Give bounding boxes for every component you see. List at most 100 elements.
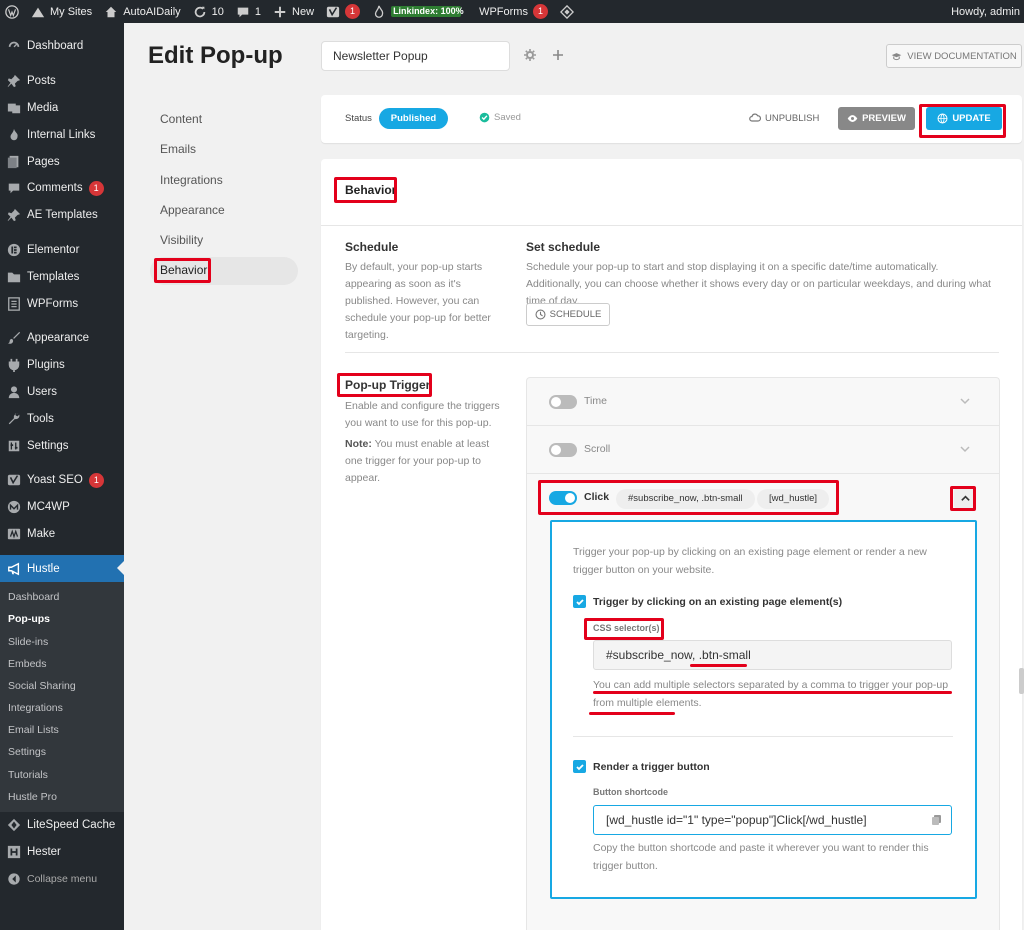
sidebar-item-litespeed-cache[interactable]: LiteSpeed Cache: [0, 812, 124, 839]
sidebar-item-label: Dashboard: [27, 40, 84, 53]
button-shortcode-input[interactable]: [593, 805, 952, 835]
settings-divider: [573, 736, 953, 737]
chevron-down-icon[interactable]: [959, 443, 971, 455]
sidebar-item-plugins[interactable]: Plugins: [0, 352, 124, 379]
sidebar-item-yoast-seo[interactable]: Yoast SEO 1: [0, 467, 124, 494]
admin-bar: My Sites AutoAIDaily 10 1 New 1 Linkinde…: [0, 0, 1024, 23]
saved-label: Saved: [494, 112, 521, 123]
wordpress-logo-button[interactable]: [5, 0, 19, 23]
copy-icon[interactable]: [931, 814, 943, 826]
hustle-submenu: Dashboard Pop-ups Slide-ins Embeds Social Sh…: [0, 582, 124, 813]
sidebar-item-mc4wp[interactable]: MC4WP: [0, 494, 124, 521]
yoast-menu[interactable]: 1: [326, 0, 361, 23]
submenu-item-settings[interactable]: Settings: [0, 741, 124, 763]
submenu-item-dashboard[interactable]: Dashboard: [0, 586, 124, 608]
trigger-accordion: Time Scroll Click #subscribe_now, .btn-s…: [526, 377, 1000, 930]
click-toggle[interactable]: [549, 491, 577, 505]
behavior-panel: Behavior Schedule By default, your pop-u…: [321, 159, 1022, 930]
site-name-menu[interactable]: AutoAIDaily: [104, 0, 181, 23]
sidebar-item-users[interactable]: Users: [0, 379, 124, 406]
sidebar-item-pages[interactable]: Pages: [0, 148, 124, 175]
gear-icon[interactable]: [522, 47, 538, 63]
trigger-row-scroll[interactable]: Scroll: [527, 426, 999, 474]
tab-appearance[interactable]: Appearance: [160, 203, 225, 217]
submenu-item-embeds[interactable]: Embeds: [0, 653, 124, 675]
status-label: Status: [345, 113, 372, 124]
updates-menu[interactable]: 10: [193, 0, 224, 23]
sidebar-item-templates[interactable]: Templates: [0, 263, 124, 290]
diamond-menu[interactable]: [559, 0, 574, 23]
eye-icon: [847, 113, 858, 124]
tab-visibility[interactable]: Visibility: [160, 233, 203, 247]
sidebar-item-posts[interactable]: Posts: [0, 68, 124, 95]
tab-behavior[interactable]: Behavior: [160, 263, 207, 277]
comments-menu[interactable]: 1: [236, 0, 261, 23]
css-selector-input[interactable]: [593, 640, 952, 670]
submenu-item-hustle-pro[interactable]: Hustle Pro: [0, 786, 124, 808]
add-icon[interactable]: [550, 47, 566, 63]
tab-integrations[interactable]: Integrations: [160, 173, 223, 187]
sidebar-separator: [0, 229, 124, 237]
sidebar-item-settings[interactable]: Settings: [0, 432, 124, 459]
trigger-row-time[interactable]: Time: [527, 378, 999, 426]
submenu-item-pop-ups[interactable]: Pop-ups: [0, 608, 124, 630]
sidebar-item-dashboard[interactable]: Dashboard: [0, 33, 124, 60]
sidebar-item-elementor[interactable]: Elementor: [0, 237, 124, 264]
linkindex-menu[interactable]: Linkindex: 100%: [372, 0, 464, 23]
sidebar-item-appearance[interactable]: Appearance: [0, 325, 124, 352]
sidebar-item-wpforms[interactable]: WPForms: [0, 290, 124, 317]
time-toggle[interactable]: [549, 395, 577, 409]
submenu-item-email-lists[interactable]: Email Lists: [0, 719, 124, 741]
my-sites-menu[interactable]: My Sites: [31, 0, 92, 23]
wpforms-label: WPForms: [479, 5, 528, 18]
sidebar-item-comments[interactable]: Comments 1: [0, 175, 124, 202]
megaphone-icon: [7, 562, 21, 576]
chevron-down-icon[interactable]: [959, 395, 971, 407]
tab-content[interactable]: Content: [160, 112, 202, 126]
view-documentation-button[interactable]: VIEW DOCUMENTATION: [886, 44, 1022, 68]
scrollbar-thumb[interactable]: [1019, 668, 1024, 694]
folder-icon: [7, 270, 21, 284]
wpforms-menu[interactable]: WPForms 1: [479, 0, 548, 23]
updates-count: 10: [211, 5, 224, 18]
cloud-icon: [749, 112, 761, 124]
tab-emails[interactable]: Emails: [160, 142, 196, 156]
popup-name-input[interactable]: [321, 41, 510, 71]
chevron-up-icon[interactable]: [954, 488, 976, 508]
existing-element-checkbox[interactable]: [573, 595, 586, 608]
unpublish-button[interactable]: UNPUBLISH: [749, 112, 819, 124]
submenu-item-tutorials[interactable]: Tutorials: [0, 764, 124, 786]
new-content-menu[interactable]: New: [273, 0, 314, 23]
sidebar-item-label: Media: [27, 101, 59, 114]
yoast-icon: [7, 473, 21, 487]
sidebar-item-hester[interactable]: Hester: [0, 839, 124, 866]
sidebar-item-internal-links[interactable]: Internal Links: [0, 121, 124, 148]
submenu-item-social-sharing[interactable]: Social Sharing: [0, 675, 124, 697]
sidebar-badge: 1: [88, 472, 104, 488]
plus-icon: [273, 5, 287, 19]
sidebar-separator: [0, 547, 124, 555]
howdy-label: Howdy, admin: [951, 5, 1020, 18]
sidebar-badge: 1: [88, 180, 104, 196]
howdy-menu[interactable]: Howdy, admin: [951, 0, 1020, 23]
sidebar-item-hustle[interactable]: Hustle: [0, 555, 124, 583]
sidebar-item-label: Appearance: [27, 332, 90, 345]
submenu-item-slide-ins[interactable]: Slide-ins: [0, 631, 124, 653]
submenu-item-integrations[interactable]: Integrations: [0, 697, 124, 719]
sidebar-item-label: Comments: [27, 182, 83, 195]
update-button[interactable]: UPDATE: [926, 107, 1002, 130]
render-button-checkbox[interactable]: [573, 760, 586, 773]
sidebar-item-collapse-menu[interactable]: Collapse menu: [0, 866, 124, 893]
sidebar-item-tools[interactable]: Tools: [0, 405, 124, 432]
scroll-toggle[interactable]: [549, 443, 577, 457]
render-button-label: Render a trigger button: [593, 761, 710, 773]
schedule-description: By default, your pop-up starts appearing…: [345, 261, 491, 341]
pages-icon: [7, 155, 21, 169]
sidebar-item-ae-templates[interactable]: AE Templates: [0, 202, 124, 229]
preview-button[interactable]: PREVIEW: [838, 107, 915, 130]
schedule-button[interactable]: SCHEDULE: [526, 303, 610, 326]
sidebar-separator: [0, 459, 124, 467]
popup-trigger-title: Pop-up Trigger: [345, 378, 431, 392]
sidebar-item-media[interactable]: Media: [0, 95, 124, 122]
sidebar-item-make[interactable]: Make: [0, 521, 124, 548]
